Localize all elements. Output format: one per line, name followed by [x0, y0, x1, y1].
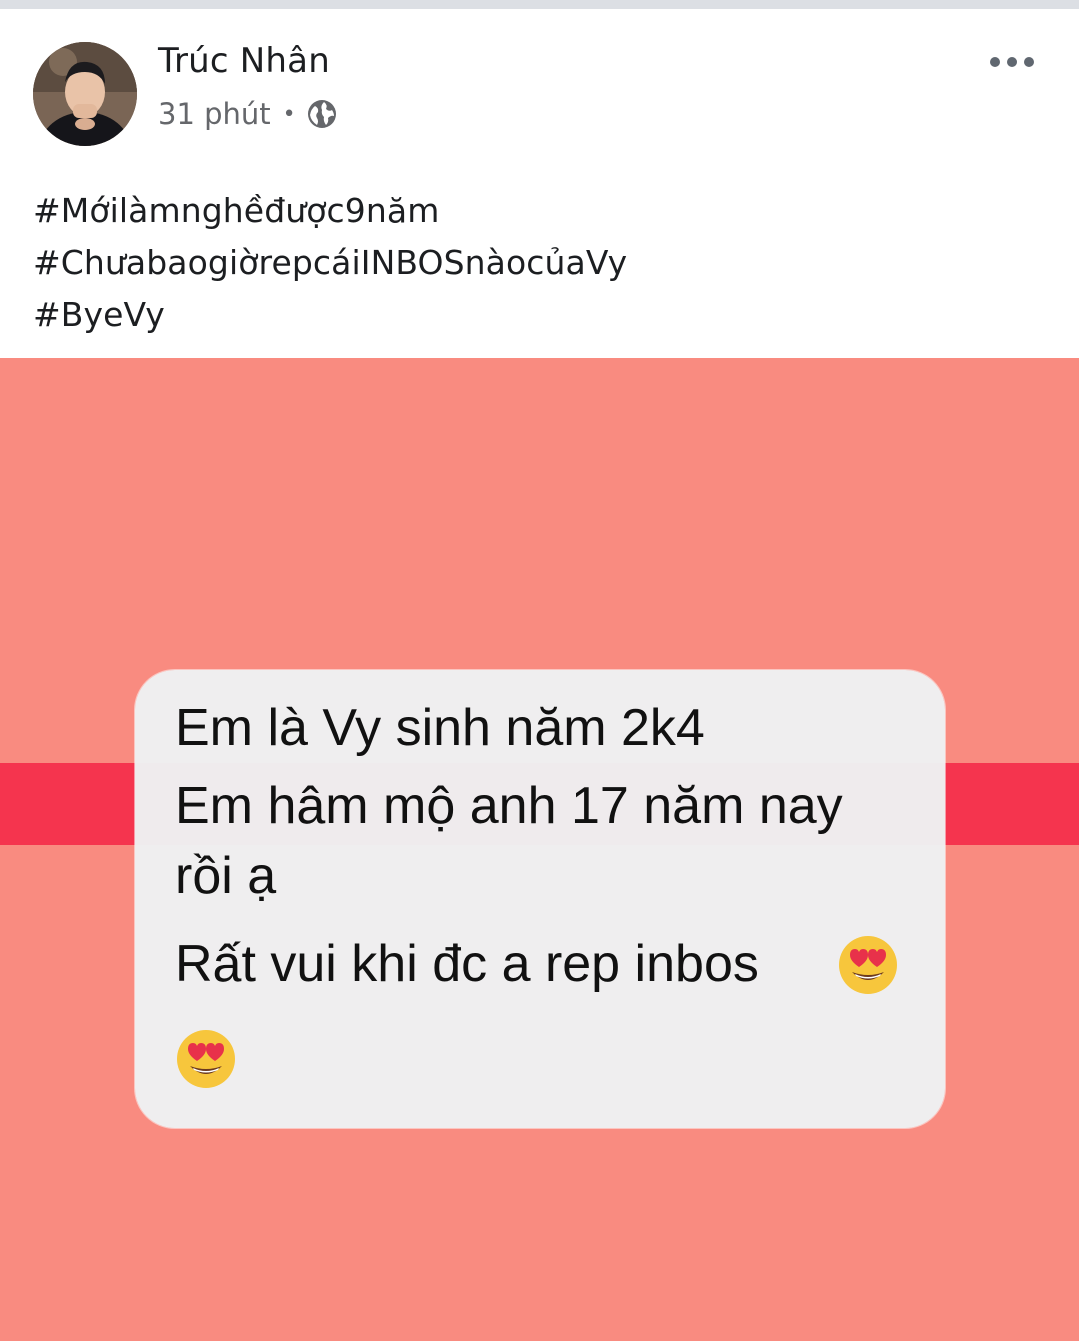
avatar-photo: [33, 42, 137, 146]
post-header: Trúc Nhân 31 phút •: [0, 9, 1079, 169]
hashtag-link[interactable]: #Mớilàmnghềđược9năm: [33, 185, 1053, 237]
heart-eyes-emoji: [177, 1030, 235, 1088]
message-bubble: Em là Vy sinh năm 2k4 Em hâm mộ anh 17 n…: [135, 670, 945, 1128]
more-options-button[interactable]: [982, 47, 1042, 77]
message-line: Em là Vy sinh năm 2k4: [175, 699, 705, 757]
globe-icon[interactable]: [306, 98, 338, 130]
more-dots-icon: [990, 57, 1000, 67]
avatar[interactable]: [33, 42, 137, 146]
post-timestamp[interactable]: 31 phút: [158, 97, 271, 131]
author-name[interactable]: Trúc Nhân: [158, 41, 330, 81]
post-caption: #Mớilàmnghềđược9năm #ChưabaogiờrepcáiINB…: [33, 185, 1053, 341]
post-photo[interactable]: Em là Vy sinh năm 2k4 Em hâm mộ anh 17 n…: [0, 358, 1079, 1341]
top-divider: [0, 0, 1079, 9]
post-meta: 31 phút •: [158, 97, 338, 131]
heart-eyes-emoji: [839, 936, 897, 994]
hashtag-link[interactable]: #ChưabaogiờrepcáiINBOSnàocủaVy: [33, 237, 1053, 289]
message-line: Rất vui khi đc a rep inbos: [175, 935, 759, 993]
hashtag-link[interactable]: #ByeVy: [33, 289, 1053, 341]
meta-separator: •: [282, 101, 296, 127]
message-line: rồi ạ: [175, 847, 277, 905]
message-line: Em hâm mộ anh 17 năm nay: [175, 777, 843, 835]
